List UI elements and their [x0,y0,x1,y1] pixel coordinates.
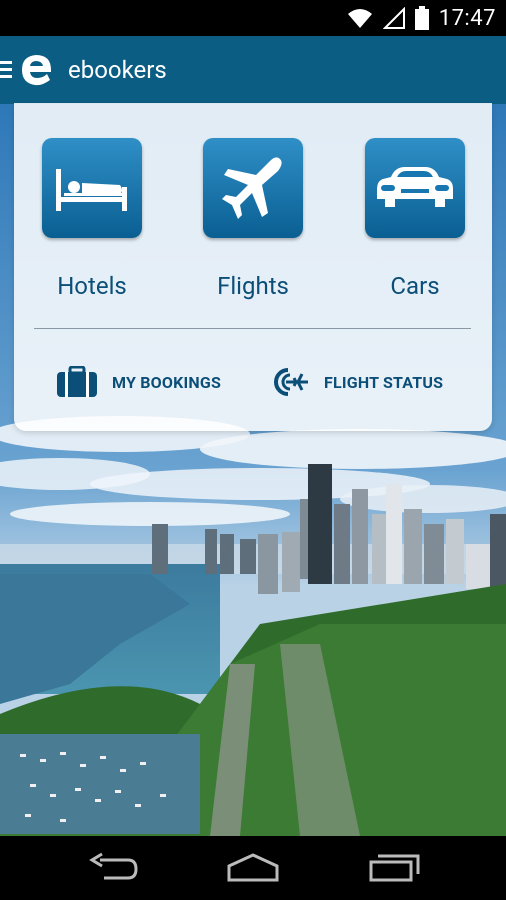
car-icon [377,167,453,207]
cars-button[interactable] [365,138,465,238]
divider [34,328,471,329]
back-icon[interactable] [88,852,138,882]
app-title: ebookers [68,56,167,84]
hotels-tile[interactable]: Hotels [40,138,144,300]
flight-status-label: FLIGHT STATUS [324,372,444,392]
signal-icon [382,7,405,29]
wifi-icon [347,9,372,28]
menu-icon[interactable] [0,57,14,83]
ebookers-logo-icon[interactable] [18,50,56,90]
clock: 17:47 [438,5,496,31]
my-bookings-link[interactable]: MY BOOKINGS [56,366,221,398]
my-bookings-label: MY BOOKINGS [112,372,222,392]
battery-icon [414,6,429,30]
status-icons: 17:47 [347,4,496,32]
main-menu-card: Hotels Flights Cars MY BOOKINGS FLIGHT S… [14,103,492,431]
bed-icon [56,169,127,211]
airplane-icon [222,157,282,219]
cars-label: Cars [390,272,440,300]
navigation-bar [0,836,506,900]
app-bar: ebookers [0,36,506,104]
flight-status-icon [274,368,308,396]
flights-tile[interactable]: Flights [201,138,305,300]
home-icon[interactable] [225,852,281,882]
flights-label: Flights [217,272,289,300]
flights-button[interactable] [203,138,303,238]
hotels-label: Hotels [57,272,127,300]
hotels-button[interactable] [42,138,142,238]
status-bar: 17:47 [0,0,506,36]
cars-tile[interactable]: Cars [363,138,467,300]
recent-apps-icon[interactable] [368,852,422,882]
flight-status-link[interactable]: FLIGHT STATUS [266,366,443,398]
suitcase-icon [57,366,97,397]
